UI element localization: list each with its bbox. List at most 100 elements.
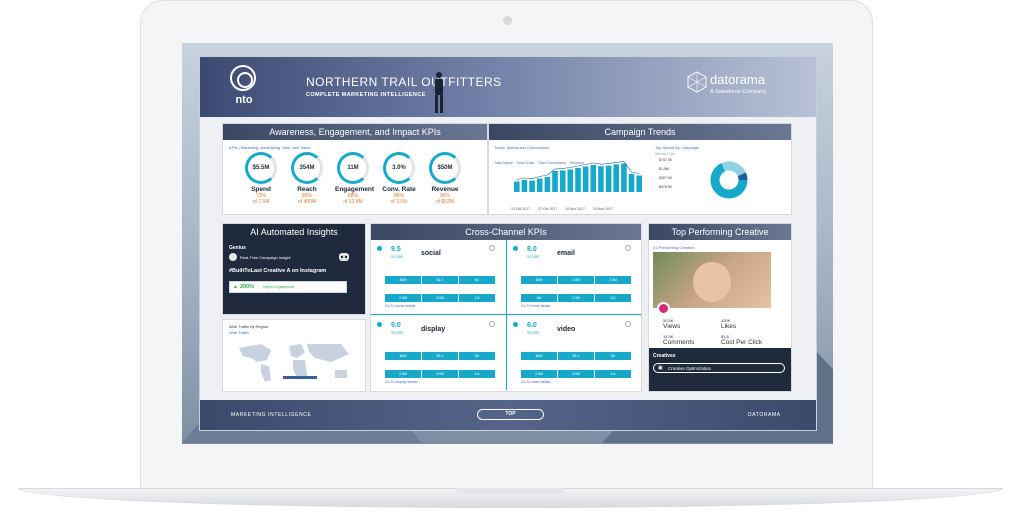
trend-bar — [598, 166, 604, 192]
trend-bar — [514, 181, 520, 192]
channel-metric: $4 — [459, 352, 495, 360]
map-sub: Web Traffic — [229, 330, 250, 335]
kpi-item: $5.5M Spend 73% of 7.5M — [243, 152, 279, 205]
kpi-ring: 354M — [291, 152, 323, 184]
image-icon: ▣ — [658, 365, 663, 371]
channel-metric: $4M — [385, 352, 421, 360]
trend-bar — [529, 180, 535, 192]
trend-bar — [559, 170, 566, 192]
settings-icon[interactable] — [489, 245, 495, 251]
creative-stat-label: Comments — [663, 339, 695, 346]
world-map-chart — [239, 344, 349, 382]
screen: nto NORTHERN TRAIL OUTFITTERS COMPLETE M… — [182, 43, 833, 444]
channel-video: 6.0 SCORE video $4M $2.1 $4 2.5M 4.5M 4.5 Go … — [511, 317, 637, 389]
settings-icon[interactable] — [625, 321, 631, 327]
channel-metric: $4M — [385, 276, 421, 284]
channel-metric: 4.5 — [459, 294, 495, 302]
arrow-up-icon: ▲ — [233, 284, 238, 290]
kpi-of: of 3.5% — [390, 199, 408, 205]
channel-metric: 6M — [521, 294, 557, 302]
channel-details-link[interactable]: Go To video details — [521, 380, 551, 384]
creative-stat-label: Views — [663, 323, 681, 330]
trend-bar — [567, 169, 574, 192]
kpi-name: Spend — [251, 186, 271, 193]
brand-title: NORTHERN TRAIL OUTFITTERS — [306, 75, 502, 89]
channel-score-label: SCORE — [391, 255, 404, 259]
trend-bar-chart — [514, 161, 642, 192]
insight-stat-label: Higher Engagement — [263, 285, 295, 289]
channel-metric: 4.5M — [558, 276, 594, 284]
channel-details-link[interactable]: Go To display details — [385, 380, 417, 384]
trend-date: 24 Nov 2017 — [593, 207, 613, 211]
channel-score-label: SCORE — [527, 255, 540, 259]
creative-stat-label: Cost Per Click — [721, 339, 763, 346]
laptop-notch — [455, 488, 565, 494]
trend-dates: 13 Oct 2017 27 Oct 2017 10 Nov 2017 24 Nov … — [511, 197, 651, 215]
creative-panel: Top Performing Creative #1 Performing Cr… — [648, 223, 792, 392]
kpi-of: of 12.5M — [343, 199, 363, 205]
kpi-name: Revenue — [431, 186, 459, 193]
settings-icon[interactable] — [489, 321, 495, 327]
kpi-item: 3.0% Conv. Rate 86% of 3.5% — [381, 152, 417, 205]
channel-metrics: $4M 4.5M 2.5M 6M 2.3M 8.0 — [521, 268, 633, 304]
channel-details-link[interactable]: Go To social details — [385, 304, 415, 308]
ai-panel-title: AI Automated Insights — [223, 224, 365, 240]
kpi-name: Conv. Rate — [382, 186, 416, 193]
channel-metric: 2.5M — [385, 370, 421, 378]
creative-optimization-label: Creative Optimization — [668, 366, 712, 371]
campaign-panel: Campaign Trends Trend: Spend and Convers… — [488, 123, 792, 215]
partner-name: datorama — [710, 72, 765, 87]
footer-right-label: DATORAMA — [748, 412, 781, 418]
creative-stat: 50.5K Views — [663, 318, 680, 330]
channel-name: email — [557, 250, 575, 257]
channel-metric: $4M — [521, 276, 557, 284]
channel-metric: $2.1 — [422, 276, 458, 284]
creative-stat: 420K Likes — [721, 318, 736, 330]
robot-icon — [339, 253, 349, 261]
hiker-icon — [435, 72, 443, 113]
channel-score: 8.0 — [527, 246, 537, 253]
channel-details-link[interactable]: Go To email details — [521, 304, 551, 308]
brand-subtitle: COMPLETE MARKETING INTELLIGENCE — [306, 92, 426, 98]
genius-label: Genius — [229, 245, 246, 251]
trend-bar — [582, 166, 589, 192]
channel-divider-v — [506, 240, 507, 390]
trend-bar — [590, 165, 597, 192]
channel-dot-icon — [513, 322, 518, 327]
trend-bar — [536, 178, 543, 192]
trend-bar — [521, 180, 528, 192]
channel-metric: $4 — [459, 276, 495, 284]
kpi-panel-title: Awareness, Engagement, and Impact KPIs — [223, 124, 487, 140]
channel-metric: 2.3M — [558, 294, 594, 302]
creative-image[interactable] — [653, 252, 771, 308]
creatives-section-title: Creatives — [653, 353, 676, 359]
channel-metric: 4.5M — [422, 294, 458, 302]
channel-metric: 4.5M — [558, 370, 594, 378]
trend-label: Trend: Spend and Conversions — [494, 145, 550, 150]
settings-icon[interactable] — [625, 245, 631, 251]
instagram-icon — [657, 302, 670, 315]
trend-bar — [552, 171, 558, 192]
channel-metric: 4.5 — [459, 370, 495, 378]
footer-left-label: MARKETING INTELLIGENCE — [231, 412, 312, 418]
kpi-name: Engagement — [335, 186, 375, 193]
trend-bar — [544, 177, 551, 192]
channel-social: 9.5 SCORE social $4M $2.1 $4 2.5M 4.5M 4.5 Go… — [375, 241, 501, 313]
channel-metric: 2.5M — [595, 276, 631, 284]
media-cost-label: Media Cost — [655, 151, 676, 156]
channel-metric: 2.5M — [385, 294, 421, 302]
kpi-name: Reach — [297, 186, 317, 193]
creative-optimization-button[interactable]: ▣ Creative Optimization — [653, 363, 785, 373]
channel-name: display — [421, 326, 446, 333]
kpi-panel: Awareness, Engagement, and Impact KPIs K… — [222, 123, 488, 215]
creative-stat: $1.8 Cost Per Click — [721, 334, 762, 346]
kpi-ring: $50M — [429, 152, 461, 184]
kpi-of: of $52M — [435, 199, 455, 205]
insight-title: Real-Time Campaign Insight — [240, 255, 291, 260]
nto-logo-text: nto — [235, 94, 253, 106]
cross-channel-panel: Cross-Channel KPIs 9.5 SCORE social $4M $… — [370, 223, 642, 392]
trend-tab[interactable]: Total Spend — [494, 161, 513, 165]
top-button[interactable]: TOP — [477, 409, 544, 420]
insight-headline: #BuiltToLast Creative A on Instagram — [229, 268, 327, 274]
ai-panel: AI Automated Insights Genius Real-Time C… — [222, 223, 366, 315]
